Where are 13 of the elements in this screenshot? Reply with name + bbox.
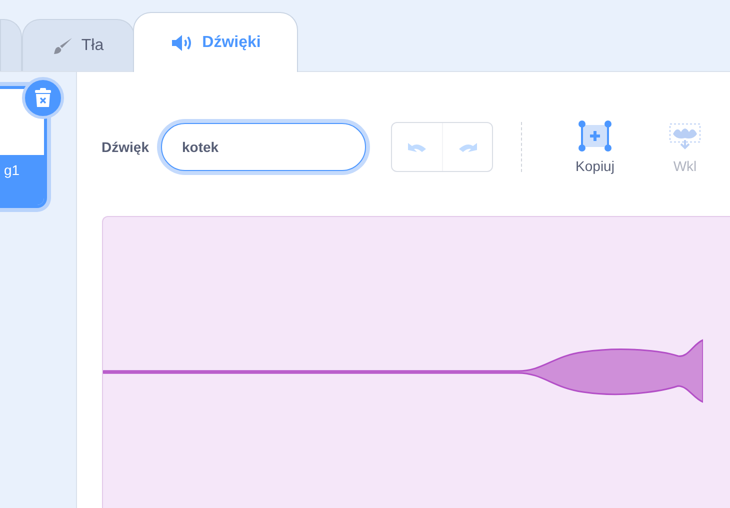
- delete-button[interactable]: [22, 77, 64, 119]
- copy-icon: [577, 120, 613, 152]
- sound-name-label: Dźwięk: [102, 139, 149, 155]
- brush-icon: [53, 36, 74, 54]
- tab[interactable]: [0, 19, 22, 71]
- copy-button[interactable]: Kopiuj: [550, 120, 640, 174]
- undo-icon: [406, 140, 428, 154]
- trash-icon: [34, 88, 52, 108]
- sprite-name[interactable]: g1: [0, 155, 44, 205]
- redo-icon: [456, 140, 478, 154]
- sound-name-field[interactable]: kotek: [161, 123, 366, 171]
- tab[interactable]: Tła: [22, 19, 135, 71]
- tab[interactable]: Dźwięki: [133, 12, 298, 72]
